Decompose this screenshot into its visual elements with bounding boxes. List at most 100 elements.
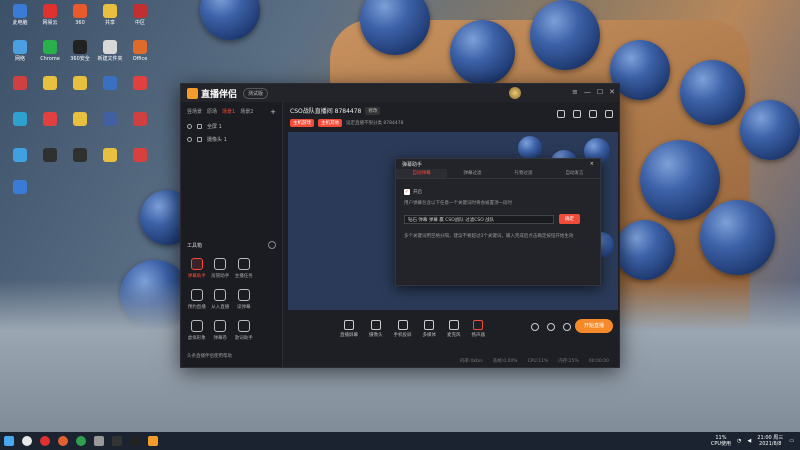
phone-cast-icon — [397, 320, 408, 330]
taskbar-app[interactable] — [72, 432, 90, 450]
desktop-icon[interactable]: 中区 — [125, 4, 155, 26]
tab-barrage-filter[interactable]: 弹幕过滤 — [447, 169, 498, 178]
share-icon[interactable] — [557, 110, 565, 118]
blueberry — [530, 0, 600, 70]
gift-icon[interactable] — [589, 110, 597, 118]
desktop-icon[interactable]: 360 — [65, 4, 95, 26]
desktop-icon[interactable] — [35, 148, 65, 164]
desktop-icon[interactable]: 网易云 — [35, 4, 65, 26]
desktop-icon[interactable] — [35, 112, 65, 128]
desktop-icon[interactable]: 此电脑 — [5, 4, 35, 26]
tab-original-scene[interactable]: 原场 — [207, 108, 217, 116]
start-live-button[interactable]: 开始直播 — [575, 319, 613, 333]
camera-button[interactable]: 摄像头 — [369, 320, 383, 338]
tool-anchor-task[interactable]: 主播任务 — [232, 258, 256, 279]
tab-gift-filter[interactable]: 礼物过滤 — [498, 169, 549, 178]
eye-icon[interactable] — [547, 323, 555, 331]
dialog-description: 用户弹幕包含以下任意一个关键词时将会被置顶一段时 — [404, 201, 512, 206]
taskbar-app[interactable] — [90, 432, 108, 450]
tool-barrage-assistant[interactable]: 弹幕助手 — [185, 258, 209, 279]
notification-icon[interactable]: ▭ — [789, 438, 794, 444]
cpu-meter: 11% CPU使用 — [711, 435, 731, 447]
desktop-icon[interactable]: Chrome — [35, 40, 65, 62]
desktop-icon[interactable] — [125, 112, 155, 128]
add-scene-button[interactable]: + — [270, 108, 276, 116]
desktop-icon[interactable] — [125, 148, 155, 164]
taskbar-app[interactable] — [108, 432, 126, 450]
desktop-icon[interactable] — [65, 112, 95, 128]
help-link[interactable]: 头条直播伴侣使用帮助 — [187, 353, 232, 359]
speaker-button[interactable]: 扬声器 — [472, 320, 485, 338]
mic-button[interactable]: 麦克风 — [447, 320, 461, 338]
enable-checkbox[interactable]: ✓ — [404, 189, 410, 195]
taskbar-app[interactable] — [126, 432, 144, 450]
close-button[interactable]: ✕ — [609, 88, 615, 96]
desktop-icon[interactable] — [5, 112, 35, 128]
desktop-icon[interactable] — [5, 180, 35, 196]
desktop-icon[interactable] — [5, 148, 35, 164]
lock-icon[interactable] — [197, 137, 202, 142]
tab-scene-1[interactable]: 场景1 — [222, 108, 235, 116]
tab-auto-barrage[interactable]: 自动弹幕 — [396, 169, 447, 178]
minimize-button[interactable]: — — [584, 88, 591, 96]
category-chip[interactable]: 主机游戏 — [290, 119, 314, 127]
tool-virtual-avatar[interactable]: 虚拟形象 — [185, 320, 209, 341]
desktop-icon[interactable]: 共享 — [95, 4, 125, 26]
settings-icon[interactable] — [563, 323, 571, 331]
avatar[interactable] — [509, 87, 521, 99]
desktop-icon[interactable] — [65, 76, 95, 92]
edit-room-button[interactable]: 修改 — [365, 106, 381, 115]
duration-status: 00:00:00 — [588, 358, 609, 364]
dialog-close-button[interactable]: × — [590, 161, 594, 167]
tool-admin-assistant[interactable]: 房管助手 — [209, 258, 233, 279]
desktop-icon[interactable] — [65, 148, 95, 164]
desktop-icon[interactable] — [95, 112, 125, 128]
settings-icon — [94, 436, 104, 446]
desktop-icon[interactable] — [5, 76, 35, 92]
media-button[interactable]: 多媒体 — [423, 320, 436, 338]
phone-cast-button[interactable]: 手机投屏 — [394, 320, 412, 338]
taskbar-app[interactable] — [54, 432, 72, 450]
tab-scene-2[interactable]: 场景2 — [240, 108, 253, 116]
record-icon[interactable] — [531, 323, 539, 331]
tool-read-barrage[interactable]: 读弹幕 — [232, 289, 256, 310]
network-icon[interactable]: ◔ — [737, 438, 741, 444]
volume-icon[interactable]: ◀ — [747, 438, 751, 444]
notification-icon[interactable] — [605, 110, 613, 118]
menu-icon[interactable]: ≡ — [572, 88, 578, 96]
screen-icon — [344, 320, 354, 330]
eye-icon[interactable] — [187, 137, 192, 142]
more-icon[interactable] — [268, 241, 276, 249]
tool-enter-live[interactable]: 从入直播 — [209, 289, 233, 310]
desktop-icon[interactable] — [35, 76, 65, 92]
schedule-icon — [190, 289, 203, 301]
keyword-input[interactable]: 钻石 弹幕 弹幕 赢 CSO战队 过滤CSO 战队 — [404, 214, 554, 224]
confirm-button[interactable]: 确定 — [559, 214, 580, 224]
taskbar-app[interactable] — [144, 432, 162, 450]
start-button[interactable] — [0, 432, 18, 450]
tool-barrage-scroll[interactable]: 弹幕卷 — [209, 320, 233, 341]
clock[interactable]: 21:00 周三 2021/8/8 — [757, 435, 783, 447]
desktop-icon[interactable] — [125, 76, 155, 92]
tab-auto-speak[interactable]: 自动发言 — [549, 169, 600, 178]
title-bar[interactable]: 直播伴侣 测试版 ≡ — ☐ ✕ — [181, 84, 619, 102]
category-chip[interactable]: 主机其他 — [318, 119, 342, 127]
taskbar-app[interactable] — [18, 432, 36, 450]
desktop-icon[interactable]: Office — [125, 40, 155, 62]
tool-lyrics-assistant[interactable]: 歌词助手 — [232, 320, 256, 341]
taskbar-app[interactable] — [36, 432, 54, 450]
desktop-icon[interactable]: 360安全 — [65, 40, 95, 62]
tool-schedule-live[interactable]: 预约直播 — [185, 289, 209, 310]
desktop-icon[interactable] — [95, 148, 125, 164]
desktop-icon[interactable]: 网络 — [5, 40, 35, 62]
desktop-icon[interactable]: 新建文件夹 — [95, 40, 125, 62]
screen-capture-button[interactable]: 直播屏幕 — [340, 320, 358, 338]
maximize-button[interactable]: ☐ — [597, 88, 603, 96]
layer-item[interactable]: 全屏 1 — [181, 120, 282, 133]
settings-icon[interactable] — [573, 110, 581, 118]
eye-icon[interactable] — [187, 124, 192, 129]
tab-vertical-scene[interactable]: 竖场景 — [187, 108, 202, 116]
lock-icon[interactable] — [197, 124, 202, 129]
layer-item[interactable]: 摄像头 1 — [181, 133, 282, 146]
desktop-icon[interactable] — [95, 76, 125, 92]
